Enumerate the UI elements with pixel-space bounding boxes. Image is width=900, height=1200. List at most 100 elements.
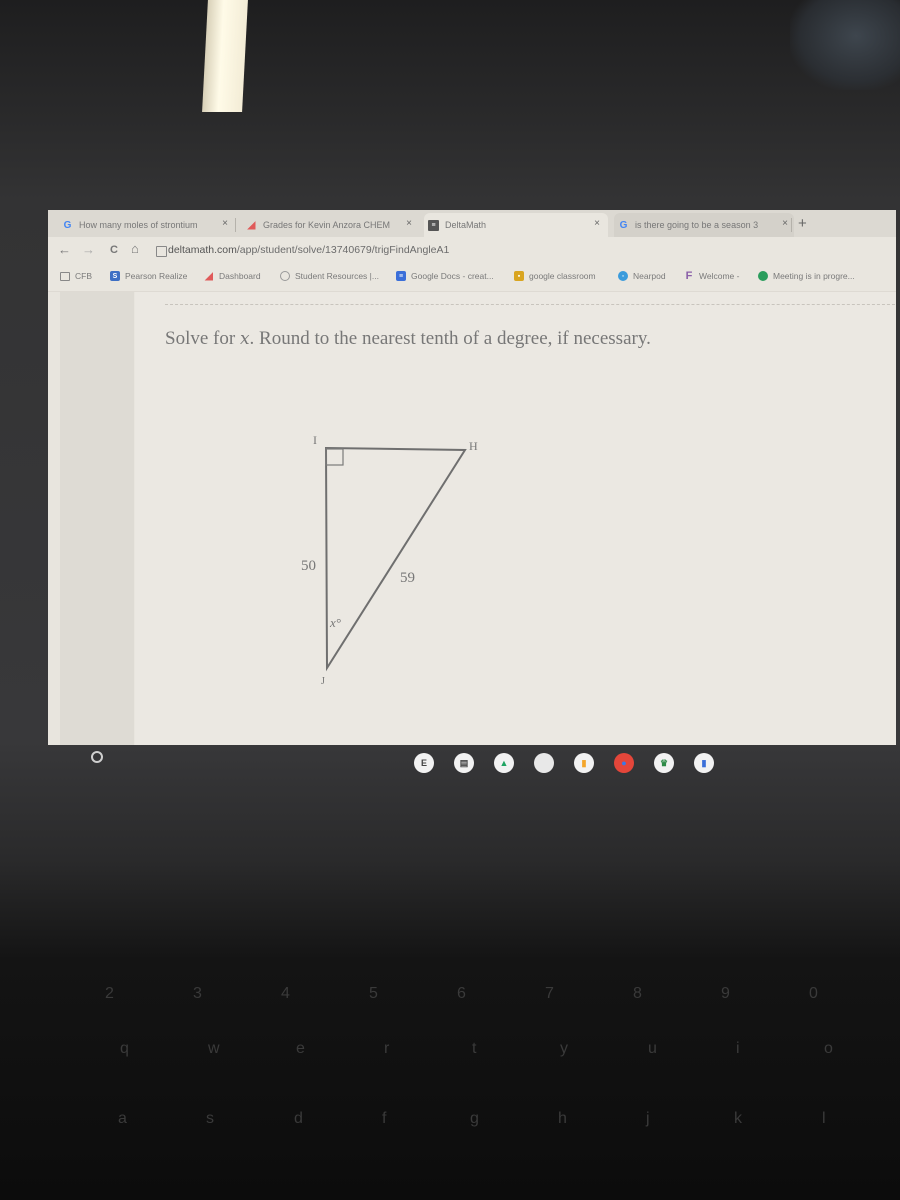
bookmark-welcome[interactable]: F Welcome -: [684, 270, 740, 282]
back-button[interactable]: ←: [58, 242, 71, 257]
triangle-shape: [324, 446, 467, 672]
launcher-button[interactable]: [91, 751, 103, 763]
bookmark-label: Nearpod: [633, 271, 666, 281]
side-label-hj: 59: [400, 570, 415, 586]
welcome-icon: F: [685, 270, 693, 282]
chrome-icon[interactable]: ●: [614, 753, 634, 773]
vertex-label-h: H: [469, 439, 478, 453]
key-3: 3: [193, 985, 202, 1002]
tab-title: is there going to be a season 3: [635, 220, 759, 230]
right-angle-marker: [325, 448, 344, 466]
bookmark-student-resources[interactable]: Student Resources |...: [280, 271, 379, 281]
address-bar[interactable]: deltamath.com/app/student/solve/13740679…: [168, 244, 449, 256]
close-icon[interactable]: ×: [222, 218, 228, 229]
key-4: 4: [281, 985, 290, 1002]
tab-title: DeltaMath: [445, 220, 487, 230]
key-l: l: [822, 1110, 826, 1127]
explain-everything-icon[interactable]: E: [414, 753, 434, 773]
home-button[interactable]: ⌂: [131, 241, 139, 256]
key-t: t: [472, 1040, 477, 1057]
google-slides-icon[interactable]: ▮: [574, 753, 594, 773]
key-s: s: [206, 1110, 214, 1127]
page-left-gutter: [60, 292, 134, 745]
key-q: q: [120, 1040, 129, 1057]
bookmark-cfb[interactable]: CFB: [60, 271, 92, 281]
key-0: 0: [809, 985, 818, 1002]
google-drive-icon[interactable]: ▲: [494, 753, 514, 773]
app-icon[interactable]: [534, 753, 554, 773]
key-2: 2: [105, 985, 114, 1002]
close-icon[interactable]: ×: [406, 218, 412, 229]
bookmark-google-classroom[interactable]: ▪ google classroom: [514, 271, 596, 281]
key-u: u: [648, 1040, 657, 1057]
key-r: r: [384, 1040, 390, 1057]
key-8: 8: [633, 985, 642, 1002]
triangle-diagram: I H J 50 59 x°: [301, 433, 478, 687]
key-e: e: [296, 1040, 305, 1057]
tab-title: How many moles of strontium: [79, 220, 198, 230]
key-g: g: [470, 1110, 479, 1127]
key-i: i: [736, 1040, 740, 1057]
close-icon[interactable]: ×: [782, 218, 788, 229]
tab-strip: G How many moles of strontium × ◢ Grades…: [48, 210, 896, 237]
bookmark-label: Google Docs - creat...: [411, 271, 494, 281]
light-glare: [202, 0, 248, 112]
problem-panel: Solve for x. Round to the nearest tenth …: [135, 292, 896, 745]
bookmark-label: Welcome -: [699, 271, 740, 281]
key-f: f: [382, 1110, 387, 1127]
reload-button[interactable]: C: [110, 244, 118, 256]
key-6: 6: [457, 985, 466, 1002]
tab-grades[interactable]: ◢ Grades for Kevin Anzora CHEM ×: [246, 213, 416, 237]
files-icon[interactable]: ▤: [454, 753, 474, 773]
schoology-icon: ◢: [247, 219, 256, 231]
key-k: k: [734, 1110, 742, 1127]
pearson-icon: S: [110, 271, 120, 281]
side-label-ij: 50: [301, 558, 316, 574]
classroom-icon: ▪: [514, 271, 524, 281]
classroom-app-icon[interactable]: ♛: [654, 753, 674, 773]
bookmark-google-docs[interactable]: ≡ Google Docs - creat...: [396, 271, 494, 281]
folder-icon: [60, 271, 70, 281]
google-icon: G: [619, 219, 628, 231]
key-a: a: [118, 1110, 127, 1127]
background-object: [790, 0, 900, 90]
tab-deltamath[interactable]: ≡ DeltaMath ×: [424, 213, 608, 237]
key-d: d: [294, 1110, 303, 1127]
key-5: 5: [369, 985, 378, 1002]
vertex-label-j: J: [321, 676, 325, 687]
key-o: o: [824, 1040, 833, 1057]
bookmark-label: CFB: [75, 271, 92, 281]
schoology-icon: ◢: [205, 270, 213, 282]
page-info-icon[interactable]: [156, 246, 167, 257]
close-icon[interactable]: ×: [594, 218, 600, 229]
nearpod-icon: ◦: [618, 271, 628, 281]
url-host: deltamath.com: [168, 244, 237, 256]
bookmark-label: Student Resources |...: [295, 271, 379, 281]
vertex-label-i: I: [313, 433, 317, 447]
bookmark-label: Meeting is in progre...: [773, 271, 855, 281]
new-tab-button[interactable]: +: [798, 215, 807, 232]
deltamath-icon: ≡: [428, 219, 439, 231]
tab-strontium[interactable]: G How many moles of strontium ×: [62, 213, 232, 237]
key-w: w: [208, 1040, 220, 1057]
bookmark-label: google classroom: [529, 271, 596, 281]
bookmark-label: Dashboard: [219, 271, 261, 281]
tab-season3[interactable]: G is there going to be a season 3 ×: [614, 213, 794, 237]
key-h: h: [558, 1110, 567, 1127]
bookmark-meeting[interactable]: Meeting is in progre...: [758, 271, 855, 281]
forward-button[interactable]: →: [82, 242, 95, 257]
key-y: y: [560, 1040, 568, 1057]
key-9: 9: [721, 985, 730, 1002]
meet-icon: [758, 271, 768, 281]
url-path: /app/student/solve/13740679/trigFindAngl…: [236, 244, 450, 256]
key-7: 7: [545, 985, 554, 1002]
bookmark-dashboard[interactable]: ◢ Dashboard: [204, 270, 261, 282]
globe-icon: [280, 271, 290, 281]
browser-toolbar: ← → C ⌂ deltamath.com/app/student/solve/…: [48, 237, 896, 264]
bookmark-pearson[interactable]: S Pearson Realize: [110, 271, 187, 281]
bookmark-label: Pearson Realize: [125, 271, 188, 281]
google-docs-app-icon[interactable]: ▮: [694, 753, 714, 773]
laptop-screen: G How many moles of strontium × ◢ Grades…: [48, 210, 896, 745]
bookmark-nearpod[interactable]: ◦ Nearpod: [618, 271, 666, 281]
google-icon: G: [63, 219, 72, 231]
